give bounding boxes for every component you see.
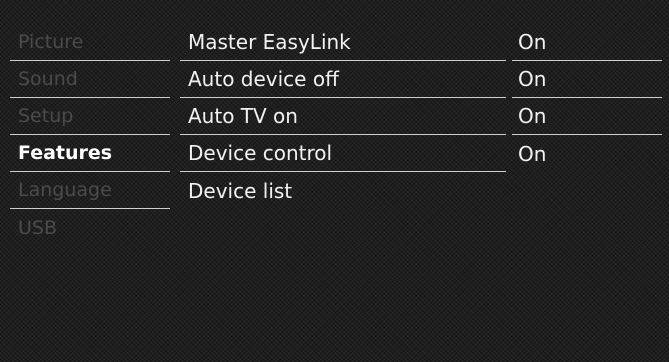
category-setup[interactable]: Setup — [10, 98, 170, 135]
category-picture[interactable]: Picture — [10, 24, 170, 61]
category-features[interactable]: Features — [10, 135, 170, 172]
value-device-control[interactable]: On — [512, 135, 662, 172]
tv-menu-screen: Picture Sound Setup Features Language US… — [0, 0, 669, 362]
category-label: Setup — [18, 105, 74, 127]
category-usb[interactable]: USB — [10, 209, 170, 246]
value-master-easylink[interactable]: On — [512, 24, 662, 61]
feature-items-list: Master EasyLink Auto device off Auto TV … — [180, 24, 506, 209]
category-label: Picture — [18, 31, 84, 53]
item-auto-device-off[interactable]: Auto device off — [180, 61, 506, 98]
category-label: Language — [18, 179, 112, 201]
category-menu: Picture Sound Setup Features Language US… — [10, 24, 170, 246]
feature-values-list: On On On On — [512, 24, 662, 172]
item-device-list[interactable]: Device list — [180, 172, 506, 209]
item-master-easylink[interactable]: Master EasyLink — [180, 24, 506, 61]
category-label: USB — [18, 216, 58, 239]
value-label: On — [518, 104, 547, 128]
category-language[interactable]: Language — [10, 172, 170, 209]
value-label: On — [518, 67, 547, 91]
item-label: Auto TV on — [188, 104, 298, 128]
item-device-control[interactable]: Device control — [180, 135, 506, 172]
value-label: On — [518, 30, 547, 54]
value-auto-tv-on[interactable]: On — [512, 98, 662, 135]
value-label: On — [518, 141, 547, 166]
item-label: Device control — [188, 141, 333, 165]
item-label: Auto device off — [188, 67, 339, 91]
value-auto-device-off[interactable]: On — [512, 61, 662, 98]
item-label: Device list — [188, 178, 293, 203]
category-label: Sound — [18, 68, 78, 90]
item-label: Master EasyLink — [188, 30, 351, 54]
category-label: Features — [18, 142, 113, 164]
item-auto-tv-on[interactable]: Auto TV on — [180, 98, 506, 135]
category-sound[interactable]: Sound — [10, 61, 170, 98]
